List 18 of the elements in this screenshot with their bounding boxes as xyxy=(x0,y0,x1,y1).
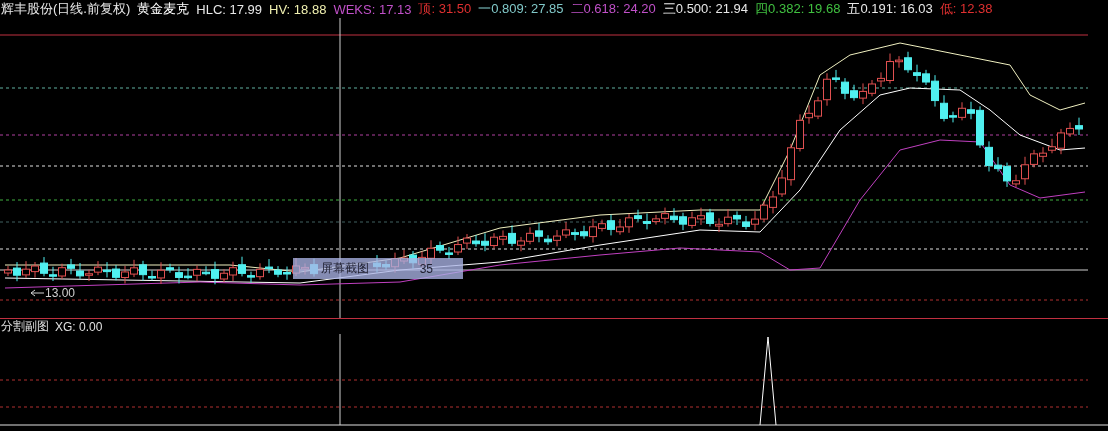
indicator-reading: 黄金麦克 xyxy=(137,0,190,18)
subchart-reading: XG: 0.00 xyxy=(55,319,103,334)
indicator-reading: 四0.382: 19.68 xyxy=(755,0,841,18)
arrow-icon xyxy=(30,289,45,297)
indicator-reading: 三0.500: 21.94 xyxy=(662,0,749,18)
tooltip-title: 屏幕截图 xyxy=(321,260,369,277)
indicator-reading: 一0.809: 27.85 xyxy=(478,0,564,18)
tooltip-value: 35 xyxy=(419,261,433,276)
indicator-reading: HV: 18.88 xyxy=(269,1,327,17)
price-label: 13.00 xyxy=(45,286,76,300)
indicator-reading: 二0.618: 24.20 xyxy=(570,0,656,18)
indicator-reading: 低: 12.38 xyxy=(939,0,993,18)
subchart-title: 分割副图 xyxy=(1,318,49,335)
indicator-reading: 五0.191: 16.03 xyxy=(847,0,933,18)
indicator-reading: HLC: 17.99 xyxy=(196,1,263,17)
indicator-reading: 辉丰股份(日线.前复权) xyxy=(1,0,131,18)
indicator-reading: WEKS: 17.13 xyxy=(333,1,412,17)
indicator-reading: 顶: 31.50 xyxy=(418,0,472,18)
